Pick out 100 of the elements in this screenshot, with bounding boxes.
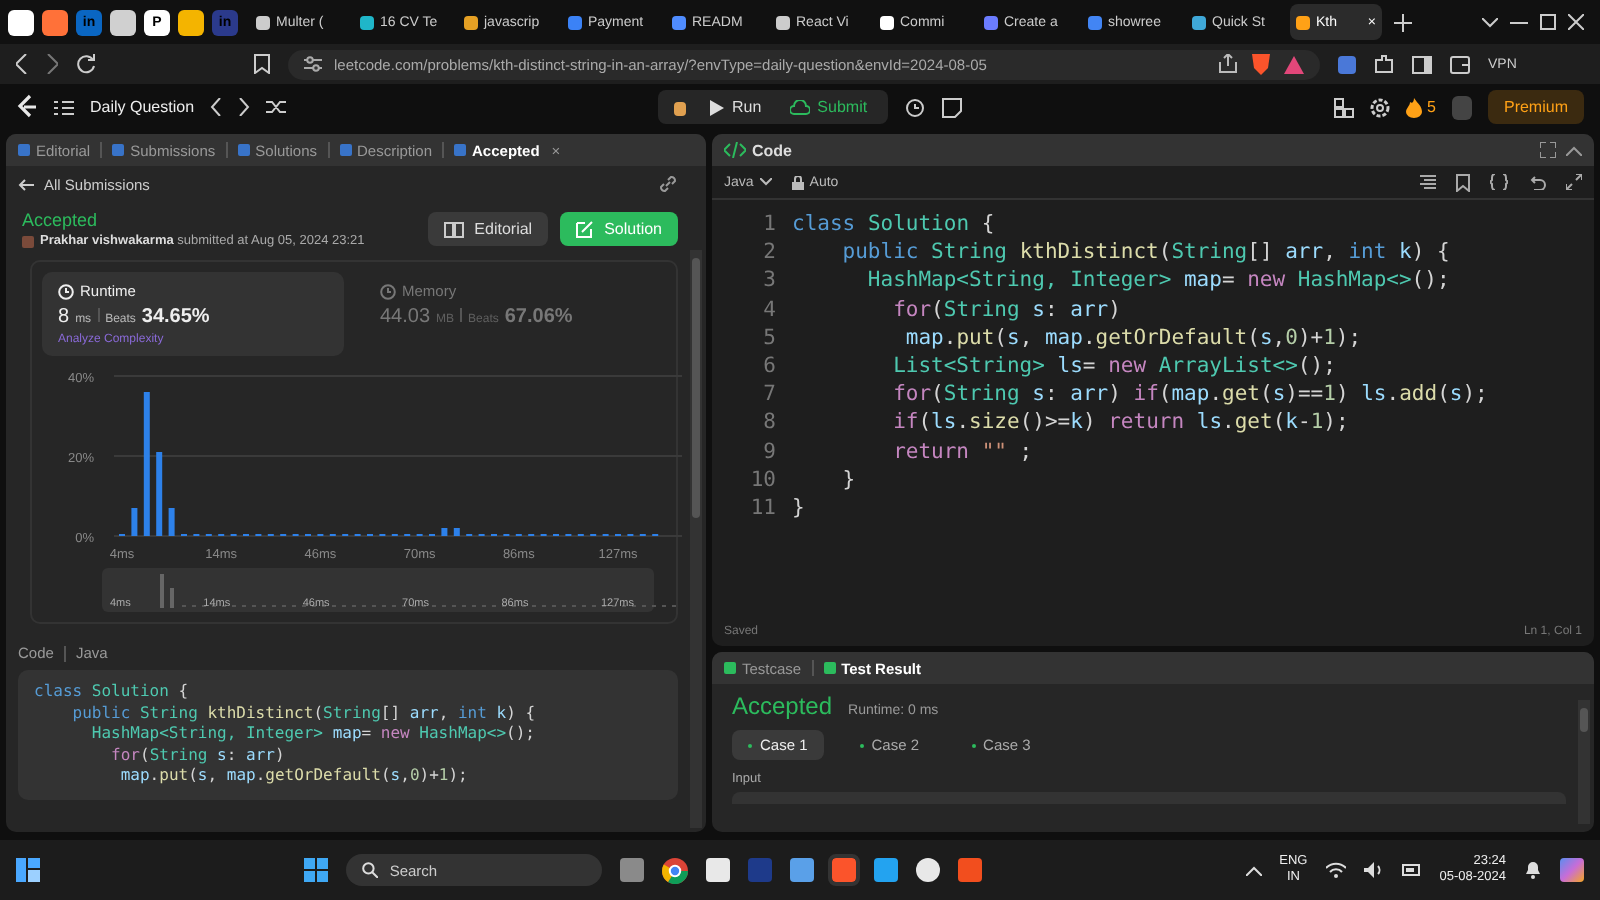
line-number: 3 xyxy=(761,266,778,296)
clock-icon xyxy=(58,283,74,299)
wallet-icon[interactable] xyxy=(1450,55,1470,73)
wifi-icon[interactable] xyxy=(1325,862,1346,878)
link-icon[interactable] xyxy=(658,174,678,194)
minimize-icon[interactable] xyxy=(1510,21,1528,23)
chevron-down-icon xyxy=(759,178,772,186)
chart-bar[interactable] xyxy=(441,528,448,536)
pinned-tab[interactable] xyxy=(42,9,68,35)
line-number: 8 xyxy=(761,408,778,438)
chart-bar[interactable] xyxy=(156,452,163,536)
forward-icon[interactable] xyxy=(46,54,58,74)
clock-icon xyxy=(380,283,396,299)
lion-shield-icon[interactable] xyxy=(1250,52,1272,76)
settings-icon[interactable] xyxy=(1369,97,1390,117)
problem-list-title[interactable]: Daily Question xyxy=(90,98,195,116)
close-icon[interactable] xyxy=(1568,14,1584,30)
edit-icon xyxy=(576,220,595,238)
submit-button[interactable]: Submit xyxy=(781,94,876,120)
code-line: for(String s: arr) xyxy=(109,745,287,766)
chart-bar[interactable] xyxy=(131,508,138,536)
code-line: for(String s: arr) xyxy=(891,295,1121,324)
puzzle-icon[interactable] xyxy=(1374,54,1394,74)
panel-title: Code xyxy=(724,141,792,159)
add-tab-icon[interactable] xyxy=(1394,13,1412,31)
braces-icon[interactable] xyxy=(1490,174,1508,190)
code-line: return "" ; xyxy=(891,437,1033,466)
code-line: HashMap<String, Integer> map= new HashMap<>(); xyxy=(865,266,1450,296)
collapse-icon[interactable] xyxy=(1566,145,1582,155)
undo-icon[interactable] xyxy=(1528,174,1546,190)
code-line: } xyxy=(840,465,856,495)
code-icon xyxy=(724,142,746,158)
browser-icon[interactable] xyxy=(661,857,688,883)
cloud-icon xyxy=(789,99,810,115)
volume-icon[interactable] xyxy=(1363,862,1384,878)
book-icon xyxy=(444,221,465,237)
bookmark-icon[interactable] xyxy=(254,54,270,74)
code-line: List<String> ls= new ArrayList<>(); xyxy=(891,352,1336,381)
copilot-icon[interactable] xyxy=(1560,858,1584,882)
line-number: 7 xyxy=(761,380,778,409)
premium-button[interactable]: Premium xyxy=(1487,90,1584,124)
code-line: map.put(s, map.getOrDefault(s,0)+1); xyxy=(903,323,1362,353)
share-icon[interactable] xyxy=(1218,54,1238,74)
code-line: public String kthDistinct(String[] arr, int k) { xyxy=(70,703,538,724)
line-number: 10 xyxy=(748,465,778,495)
next-icon[interactable] xyxy=(238,98,251,116)
code-line: class Solution { xyxy=(792,210,995,239)
note-icon[interactable] xyxy=(941,97,962,117)
layout-icon[interactable] xyxy=(1333,97,1354,117)
expand-icon[interactable] xyxy=(1566,174,1582,190)
chart-bar[interactable] xyxy=(453,528,460,536)
previous-icon[interactable] xyxy=(210,98,223,116)
battery-icon[interactable] xyxy=(1401,864,1422,876)
stat-value: 44.03 xyxy=(380,306,431,328)
list-icon[interactable] xyxy=(54,99,74,115)
beats-value: 34.65% xyxy=(141,306,210,328)
bell-icon[interactable] xyxy=(1524,860,1542,880)
alarm-icon[interactable] xyxy=(903,96,926,118)
start-icon[interactable] xyxy=(303,858,328,882)
widgets-icon[interactable] xyxy=(16,858,40,882)
scrollbar[interactable] xyxy=(690,250,702,828)
back-icon[interactable] xyxy=(16,54,28,74)
site-settings-icon[interactable] xyxy=(304,56,322,72)
bug-icon[interactable] xyxy=(669,97,690,117)
status-text: Accepted xyxy=(22,210,100,230)
logo-icon[interactable] xyxy=(16,94,38,120)
format-icon[interactable] xyxy=(1420,174,1436,190)
line-number: 9 xyxy=(761,437,778,466)
chart-bar[interactable] xyxy=(143,392,150,536)
shuffle-icon[interactable] xyxy=(266,98,287,116)
fullscreen-icon[interactable] xyxy=(1540,142,1556,158)
code-line: map.put(s, map.getOrDefault(s,0)+1); xyxy=(118,766,470,787)
scrollbar[interactable] xyxy=(1578,700,1590,824)
chevron-down-icon[interactable] xyxy=(1482,17,1498,27)
code-line: for(String s: arr) if(map.get(s)==1) ls.add(s); xyxy=(891,380,1488,409)
line-number: 6 xyxy=(761,352,778,381)
bookmark-icon[interactable] xyxy=(1456,173,1470,191)
run-button[interactable]: Run xyxy=(701,94,770,120)
lock-icon xyxy=(791,175,804,189)
maximize-icon[interactable] xyxy=(1540,14,1556,30)
search-icon xyxy=(361,862,378,878)
play-icon xyxy=(709,99,724,115)
line-number: 2 xyxy=(761,238,778,267)
code-line: class Solution { xyxy=(34,682,191,703)
pinned-tab[interactable] xyxy=(110,9,136,35)
code-line: if(ls.size()>=k) return ls.get(k-1); xyxy=(891,408,1349,438)
stat-value: 8 xyxy=(58,306,70,328)
pinned-tab[interactable] xyxy=(178,9,204,35)
line-number: 1 xyxy=(761,210,778,239)
chart-bar[interactable] xyxy=(168,508,175,536)
chevron-up-icon[interactable] xyxy=(1245,865,1262,875)
line-number: 5 xyxy=(761,323,778,353)
line-number: 11 xyxy=(748,494,778,523)
reload-icon[interactable] xyxy=(76,54,96,74)
editorial-button[interactable]: Editorial xyxy=(428,212,549,246)
sidebar-icon[interactable] xyxy=(1412,55,1432,73)
back-arrow-icon xyxy=(18,177,34,191)
avatar-icon xyxy=(22,235,34,247)
pinned-tab[interactable] xyxy=(8,9,34,35)
triangle-icon[interactable] xyxy=(1284,55,1304,73)
